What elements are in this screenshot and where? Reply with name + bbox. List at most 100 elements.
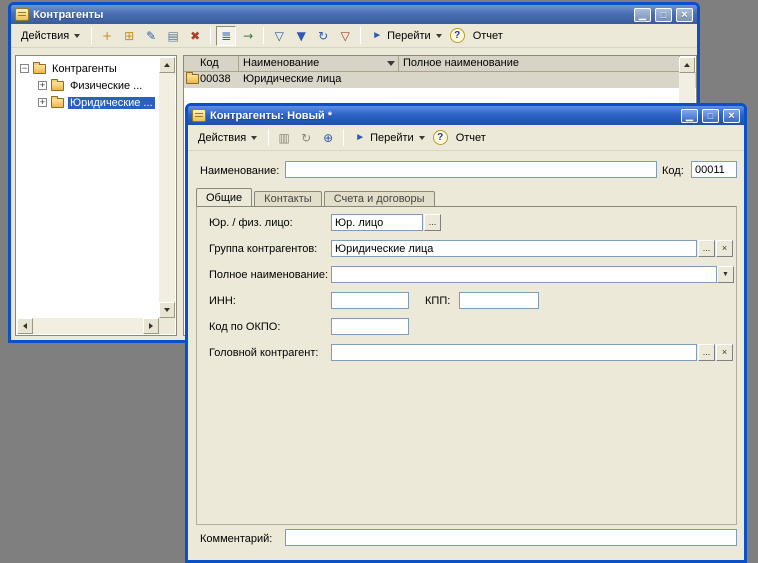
filter-by-value-icon[interactable]: ▼ [291, 26, 311, 46]
groups-tree-panel: − Контрагенты + Физические ... + Юридиче… [15, 55, 177, 336]
code-input[interactable] [691, 161, 737, 178]
arrow-up-icon [684, 63, 690, 67]
arrow-down-icon [164, 308, 170, 312]
copy-icon[interactable]: ▤ [163, 26, 183, 46]
tab-contacts[interactable]: Контакты [254, 191, 322, 206]
desktop: { "colors": { "desktop": "#7F7F7F", "win… [0, 0, 758, 550]
arrow-up-icon [164, 63, 170, 67]
tab-general[interactable]: Общие [196, 188, 252, 206]
column-header-name[interactable]: Наименование [239, 56, 399, 72]
dropdown-caret-icon [436, 34, 442, 38]
dropdown-caret-icon [419, 136, 425, 140]
main-titlebar[interactable]: Контрагенты ▁ □ × [11, 5, 697, 24]
scroll-right-button[interactable] [143, 318, 159, 334]
sort-desc-icon [387, 61, 395, 66]
main-toolbar: Действия + ⊞ ✎ ▤ ✖ ≣ → ▽ ▼ ↻ ▽ ► Перейти… [11, 24, 697, 48]
okpo-input[interactable] [331, 318, 409, 335]
cell-name: Юридические лица [239, 72, 399, 88]
tree-item-root[interactable]: − Контрагенты [20, 60, 159, 77]
toolbar-separator [343, 129, 344, 146]
dialog-icon [192, 109, 206, 122]
tab-page-general: Юр. / физ. лицо: ... Группа контрагентов… [196, 206, 737, 525]
group-select-button[interactable]: ... [698, 240, 715, 257]
expand-toggle[interactable]: + [38, 98, 47, 107]
minimize-button[interactable]: ▁ [681, 109, 698, 123]
dialog-titlebar[interactable]: Контрагенты: Новый * ▁ □ × [188, 106, 744, 125]
legal-type-input[interactable] [331, 214, 423, 231]
column-header-code[interactable]: Код [184, 56, 239, 72]
tree-vertical-scrollbar[interactable] [159, 57, 175, 318]
maximize-button[interactable]: □ [655, 8, 672, 22]
full-name-input[interactable] [331, 266, 717, 283]
goto-menu-label: Перейти [387, 30, 431, 42]
tree-item-label: Физические ... [68, 80, 144, 92]
toolbar-separator [91, 27, 92, 44]
expand-toggle[interactable]: − [20, 64, 29, 73]
actions-menu-button[interactable]: Действия [192, 129, 263, 147]
group-clear-button[interactable]: × [716, 240, 733, 257]
scroll-down-button[interactable] [159, 302, 175, 318]
legal-type-select-button[interactable]: ... [424, 214, 441, 231]
parent-select-button[interactable]: ... [698, 344, 715, 361]
code-label: Код: [662, 165, 684, 177]
minimize-button[interactable]: ▁ [634, 8, 651, 22]
column-header-label: Код [200, 57, 219, 69]
name-label: Наименование: [200, 165, 279, 177]
parent-counterparty-label: Головной контрагент: [209, 347, 318, 359]
expand-toggle[interactable]: + [38, 81, 47, 90]
reread-icon[interactable]: ↻ [296, 128, 316, 148]
scroll-up-button[interactable] [679, 57, 695, 73]
scroll-up-button[interactable] [159, 57, 175, 73]
cell-code-value: 00038 [200, 73, 231, 85]
tab-accounts-contracts[interactable]: Счета и договоры [324, 191, 435, 206]
name-input[interactable] [285, 161, 657, 178]
column-header-full-name[interactable]: Полное наименование [399, 56, 680, 72]
help-button[interactable]: ? [433, 130, 448, 145]
kpp-input[interactable] [459, 292, 539, 309]
goto-icon: ► [372, 30, 382, 41]
full-name-dropdown-button[interactable]: ▼ [717, 266, 734, 283]
maximize-button[interactable]: □ [702, 109, 719, 123]
tree-item-individuals[interactable]: + Физические ... [38, 77, 159, 94]
structure-icon[interactable]: ⊕ [318, 128, 338, 148]
window-title: Контрагенты [33, 9, 103, 21]
inn-input[interactable] [331, 292, 409, 309]
help-button[interactable]: ? [450, 28, 465, 43]
delete-icon[interactable]: ✖ [185, 26, 205, 46]
close-button[interactable]: × [676, 8, 693, 22]
tree-item-legal-entities[interactable]: + Юридические ... [38, 94, 159, 111]
dropdown-caret-icon [74, 34, 80, 38]
parent-counterparty-input[interactable] [331, 344, 697, 361]
add-group-icon[interactable]: ⊞ [119, 26, 139, 46]
save-icon[interactable]: ▥ [274, 128, 294, 148]
goto-menu-button[interactable]: ► Перейти [366, 27, 448, 45]
hierarchy-view-icon[interactable]: ≣ [216, 26, 236, 46]
filter-icon[interactable]: ▽ [269, 26, 289, 46]
actions-menu-label: Действия [198, 132, 246, 144]
edit-icon[interactable]: ✎ [141, 26, 161, 46]
dialog-toolbar: Действия ▥ ↻ ⊕ ► Перейти ? Отчет [188, 125, 744, 151]
report-button[interactable]: Отчет [450, 129, 492, 147]
dialog-form: Наименование: Код: Общие Контакты Счета … [188, 151, 744, 560]
report-button[interactable]: Отчет [467, 27, 509, 45]
folder-icon [186, 74, 199, 84]
tree-item-label: Юридические ... [68, 97, 155, 109]
actions-menu-button[interactable]: Действия [15, 27, 86, 45]
group-input[interactable] [331, 240, 697, 257]
tree-horizontal-scrollbar[interactable] [17, 318, 159, 334]
move-to-group-icon[interactable]: → [238, 26, 258, 46]
scroll-left-button[interactable] [17, 318, 33, 334]
counterparty-new-dialog: Контрагенты: Новый * ▁ □ × Действия ▥ ↻ … [185, 103, 747, 563]
column-header-label: Полное наименование [403, 57, 519, 69]
cell-name-value: Юридические лица [243, 73, 341, 85]
clear-filter-icon[interactable]: ▽ [335, 26, 355, 46]
filter-history-icon[interactable]: ↻ [313, 26, 333, 46]
tree-item-label: Контрагенты [50, 63, 119, 75]
goto-menu-button[interactable]: ► Перейти [349, 129, 431, 147]
close-button[interactable]: × [723, 109, 740, 123]
comment-input[interactable] [285, 529, 737, 546]
add-icon[interactable]: + [97, 26, 117, 46]
table-row[interactable]: 00038 Юридические лица [184, 72, 696, 88]
arrow-left-icon [23, 323, 27, 329]
parent-clear-button[interactable]: × [716, 344, 733, 361]
